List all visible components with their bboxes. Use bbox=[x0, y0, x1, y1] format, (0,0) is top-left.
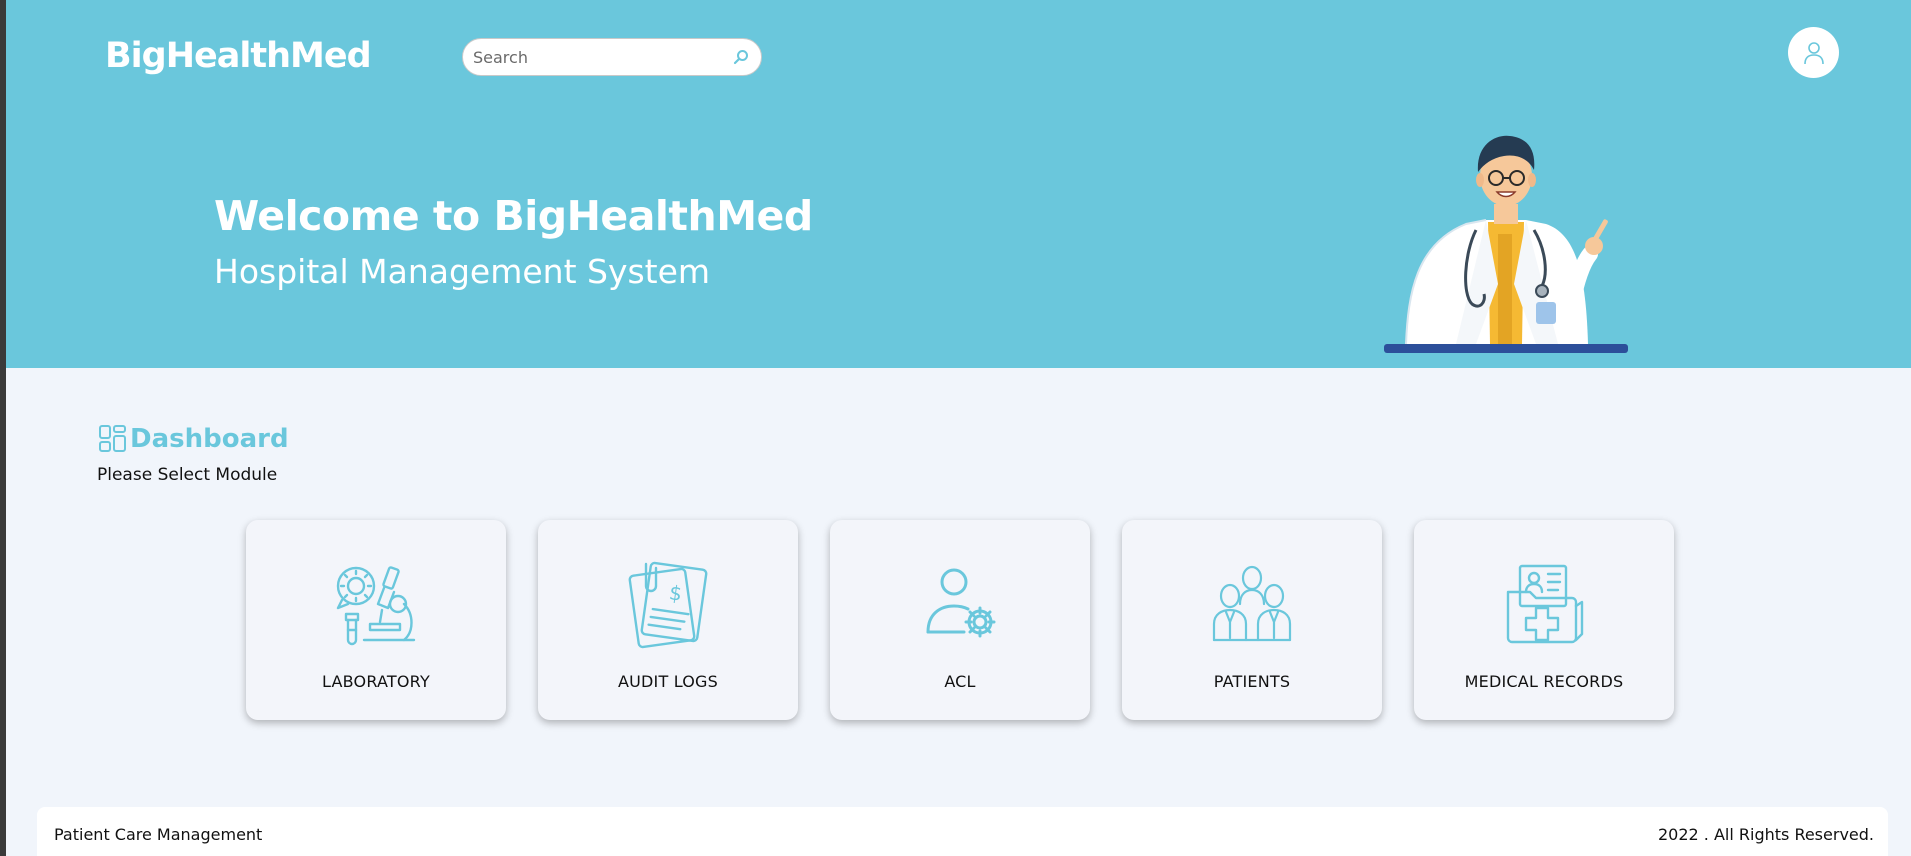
invoice-icon: $ bbox=[626, 558, 710, 650]
hero-banner: BigHealthMed Welcome to BigHealthMed Hos… bbox=[6, 0, 1911, 368]
module-label: MEDICAL RECORDS bbox=[1464, 672, 1624, 691]
module-card-audit-logs[interactable]: $ AUDIT LOGS bbox=[538, 520, 798, 720]
hero-title: Welcome to BigHealthMed bbox=[214, 192, 813, 240]
dashboard-subtitle: Please Select Module bbox=[97, 465, 278, 485]
microscope-icon bbox=[334, 558, 418, 650]
user-profile-button[interactable] bbox=[1788, 27, 1839, 78]
footer-copyright: 2022 . All Rights Reserved. bbox=[1657, 825, 1874, 844]
doctor-illustration bbox=[1384, 135, 1628, 353]
search-icon[interactable] bbox=[731, 47, 751, 67]
module-label: LABORATORY bbox=[322, 672, 430, 691]
medical-folder-icon bbox=[1502, 558, 1586, 650]
people-group-icon bbox=[1210, 558, 1294, 650]
search-box[interactable] bbox=[462, 38, 762, 76]
dashboard-icon bbox=[99, 425, 126, 452]
module-label: PATIENTS bbox=[1213, 672, 1291, 691]
search-input[interactable] bbox=[473, 39, 731, 75]
footer-left-text: Patient Care Management bbox=[54, 825, 263, 844]
module-label: AUDIT LOGS bbox=[617, 672, 719, 691]
module-card-acl[interactable]: ACL bbox=[830, 520, 1090, 720]
module-card-patients[interactable]: PATIENTS bbox=[1122, 520, 1382, 720]
app-frame: BigHealthMed Welcome to BigHealthMed Hos… bbox=[6, 0, 1911, 856]
module-label: ACL bbox=[944, 672, 976, 691]
user-icon bbox=[1803, 41, 1824, 64]
module-card-medical-records[interactable]: MEDICAL RECORDS bbox=[1414, 520, 1674, 720]
hero-subtitle: Hospital Management System bbox=[214, 252, 711, 291]
dashboard-title: Dashboard bbox=[130, 424, 289, 454]
module-card-laboratory[interactable]: LABORATORY bbox=[246, 520, 506, 720]
svg-text:$: $ bbox=[668, 580, 684, 606]
footer: Patient Care Management 2022 . All Right… bbox=[37, 807, 1888, 856]
user-settings-icon bbox=[918, 558, 1002, 650]
dashboard-header: Dashboard bbox=[98, 424, 289, 454]
module-cards: LABORATORY $ AUDIT LOGS ACL PATIENTS MED… bbox=[246, 520, 1674, 720]
brand-logo[interactable]: BigHealthMed bbox=[105, 36, 372, 76]
